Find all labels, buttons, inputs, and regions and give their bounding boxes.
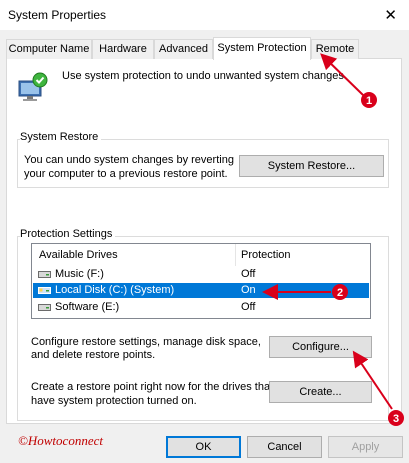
drive-name: Local Disk (C:) (System) [55, 284, 175, 296]
drive-protection-status: On [241, 284, 256, 296]
system-restore-button[interactable]: System Restore... [239, 155, 384, 177]
title-bar: System Properties ✕ [0, 0, 409, 30]
window-title: System Properties [8, 8, 107, 22]
watermark-text: ©Howtoconnect [18, 433, 103, 448]
system-drive-icon [38, 287, 51, 294]
column-protection[interactable]: Protection [241, 249, 291, 261]
drive-row-local-disk[interactable]: Local Disk (C:) (System) On [33, 283, 369, 298]
drive-row-software[interactable]: Software (E:) Off [33, 300, 369, 315]
drive-row-music[interactable]: Music (F:) Off [33, 267, 369, 282]
drive-icon [38, 304, 51, 311]
column-available-drives[interactable]: Available Drives [39, 249, 118, 261]
drive-protection-status: Off [241, 268, 256, 280]
drives-list[interactable]: Available Drives Protection Music (F:) O… [31, 243, 371, 319]
apply-button[interactable]: Apply [328, 436, 403, 458]
tab-hardware[interactable]: Hardware [92, 39, 154, 59]
system-restore-description-line2: your computer to a previous restore poin… [24, 168, 228, 180]
create-description-line1: Create a restore point right now for the… [31, 381, 274, 393]
tab-advanced[interactable]: Advanced [154, 39, 213, 59]
ok-button[interactable]: OK [166, 436, 241, 458]
tab-computer-name[interactable]: Computer Name [6, 39, 92, 59]
configure-description-line2: and delete restore points. [31, 349, 156, 361]
create-button[interactable]: Create... [269, 381, 372, 403]
system-restore-description-line1: You can undo system changes by reverting [24, 154, 234, 166]
tab-system-protection[interactable]: System Protection [213, 37, 311, 60]
drive-name: Software (E:) [55, 301, 120, 313]
tab-remote[interactable]: Remote [311, 39, 359, 59]
configure-description-line1: Configure restore settings, manage disk … [31, 336, 261, 348]
configure-button[interactable]: Configure... [269, 336, 372, 358]
intro-text: Use system protection to undo unwanted s… [62, 70, 347, 82]
close-icon[interactable]: ✕ [384, 6, 397, 24]
cancel-button[interactable]: Cancel [247, 436, 322, 458]
drives-list-header: Available Drives Protection [32, 244, 370, 266]
drive-protection-status: Off [241, 301, 256, 313]
system-protection-icon [18, 72, 48, 101]
drive-name: Music (F:) [55, 268, 104, 280]
column-separator [235, 244, 236, 266]
system-restore-label: System Restore [20, 131, 102, 143]
protection-settings-label: Protection Settings [20, 228, 116, 240]
create-description-line2: have system protection turned on. [31, 395, 197, 407]
drive-icon [38, 271, 51, 278]
